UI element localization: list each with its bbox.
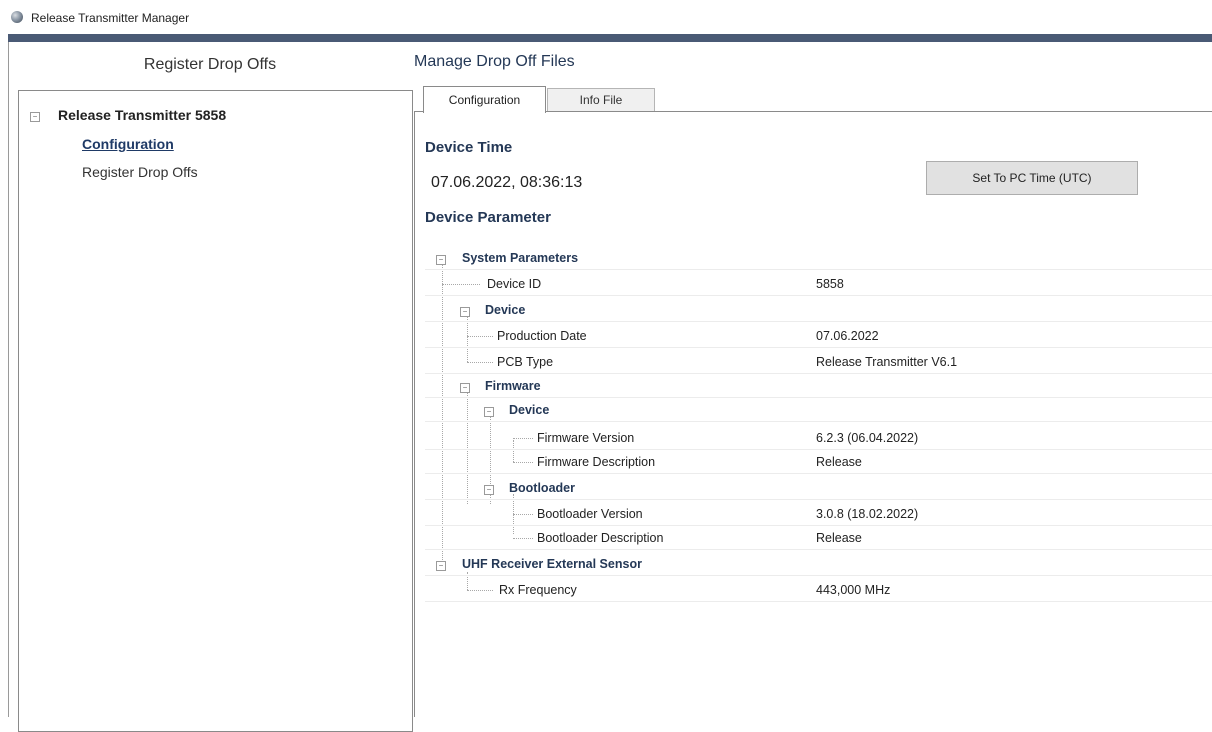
property-label: Device	[485, 303, 526, 317]
title-bar: Release Transmitter Manager	[0, 0, 1212, 36]
nav-item-register-drop-offs[interactable]: Register Drop Offs	[82, 164, 198, 180]
property-row[interactable]: Rx Frequency 443,000 MHz	[425, 578, 1212, 602]
device-time-value: 07.06.2022, 08:36:13	[431, 174, 583, 191]
property-row[interactable]: Bootloader Version 3.0.8 (18.02.2022)	[425, 502, 1212, 526]
property-row[interactable]: Production Date 07.06.2022	[425, 324, 1212, 348]
device-parameter-title: Device Parameter	[425, 209, 551, 226]
property-value[interactable]: Release	[816, 531, 862, 545]
property-label: Bootloader Description	[537, 531, 664, 545]
property-label: PCB Type	[497, 355, 554, 369]
collapse-icon[interactable]: −	[460, 383, 470, 393]
collapse-icon[interactable]: −	[484, 407, 494, 417]
tree-root-device[interactable]: Release Transmitter 5858	[58, 107, 226, 123]
collapse-icon[interactable]: −	[484, 485, 494, 495]
category-row[interactable]: − Device	[425, 298, 1212, 322]
property-label: Bootloader Version	[537, 507, 643, 521]
property-row[interactable]: PCB Type Release Transmitter V6.1	[425, 350, 1212, 374]
property-value[interactable]: 3.0.8 (18.02.2022)	[816, 507, 918, 521]
property-label: Device	[509, 403, 550, 417]
right-panel-header: Manage Drop Off Files	[414, 53, 575, 70]
device-time-title: Device Time	[425, 139, 513, 156]
collapse-icon[interactable]: −	[460, 307, 470, 317]
globe-icon	[11, 11, 23, 23]
property-row[interactable]: Bootloader Description Release	[425, 526, 1212, 550]
category-row[interactable]: − Firmware	[425, 374, 1212, 398]
left-panel-header: Register Drop Offs	[143, 56, 277, 73]
property-value[interactable]: Release Transmitter V6.1	[816, 355, 957, 369]
property-label: Firmware Description	[537, 455, 656, 469]
property-row[interactable]: Firmware Description Release	[425, 450, 1212, 474]
property-value[interactable]: Release	[816, 455, 862, 469]
collapse-icon[interactable]: −	[436, 255, 446, 265]
tab-configuration[interactable]: Configuration	[423, 86, 546, 113]
tab-info-file[interactable]: Info File	[547, 88, 655, 111]
category-row[interactable]: − System Parameters	[425, 246, 1212, 270]
property-label: Rx Frequency	[499, 583, 577, 597]
property-label: System Parameters	[462, 251, 579, 265]
property-label: Firmware	[485, 379, 541, 393]
accent-bar	[8, 34, 1212, 42]
nav-item-configuration[interactable]: Configuration	[82, 136, 174, 152]
category-row[interactable]: − Device	[425, 398, 1212, 422]
property-row[interactable]: Firmware Version 6.2.3 (06.04.2022)	[425, 426, 1212, 450]
collapse-icon[interactable]: −	[30, 112, 40, 122]
category-row[interactable]: − Bootloader	[425, 476, 1212, 500]
property-label: Firmware Version	[537, 431, 635, 445]
property-label: UHF Receiver External Sensor	[462, 557, 642, 571]
collapse-icon[interactable]: −	[436, 561, 446, 571]
property-label: Production Date	[497, 329, 587, 343]
property-value[interactable]: 5858	[816, 277, 844, 291]
property-row[interactable]: Device ID 5858	[425, 272, 1212, 296]
set-to-pc-time-button[interactable]: Set To PC Time (UTC)	[926, 161, 1138, 195]
navigation-tree: − Release Transmitter 5858 Configuration…	[18, 90, 413, 732]
content-border	[414, 111, 415, 717]
property-value[interactable]: 07.06.2022	[816, 329, 879, 343]
divider	[8, 42, 9, 717]
window-title: Release Transmitter Manager	[31, 11, 190, 25]
property-label: Bootloader	[509, 481, 575, 495]
property-value[interactable]: 6.2.3 (06.04.2022)	[816, 431, 918, 445]
property-label: Device ID	[487, 277, 542, 291]
property-value[interactable]: 443,000 MHz	[816, 583, 890, 597]
category-row[interactable]: − UHF Receiver External Sensor	[425, 552, 1212, 576]
